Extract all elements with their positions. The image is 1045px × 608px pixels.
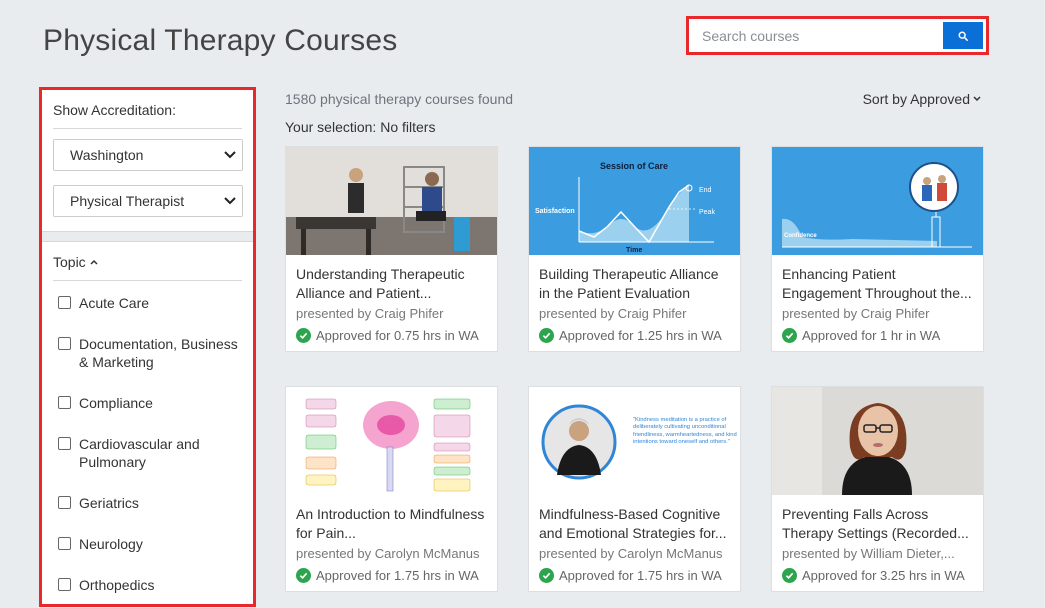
sidebar-divider <box>42 231 253 242</box>
topic-checkbox[interactable] <box>58 296 71 309</box>
approval-status: Approved for 1.75 hrs in WA <box>296 568 487 583</box>
approval-text: Approved for 1.25 hrs in WA <box>559 328 722 343</box>
accreditation-label: Show Accreditation: <box>53 90 242 129</box>
course-title[interactable]: Preventing Falls Across Therapy Settings… <box>782 505 973 543</box>
approval-text: Approved for 1.75 hrs in WA <box>316 568 479 583</box>
course-title[interactable]: An Introduction to Mindfulness for Pain.… <box>296 505 487 543</box>
chevron-down-icon <box>973 96 981 102</box>
course-presenter: presented by Carolyn McManus <box>539 546 723 561</box>
topic-neurology[interactable]: Neurology <box>53 535 242 553</box>
topic-cardiovascular[interactable]: Cardiovascular and Pulmonary <box>53 435 242 471</box>
chevron-up-icon <box>90 259 98 265</box>
topic-checkbox[interactable] <box>58 396 71 409</box>
check-circle-icon <box>539 568 554 583</box>
sort-label: Sort by Approved <box>862 91 970 107</box>
course-title[interactable]: Building Therapeutic Alliance in the Pat… <box>539 265 730 303</box>
search-button[interactable] <box>943 22 983 49</box>
approval-text: Approved for 3.25 hrs in WA <box>802 568 965 583</box>
course-thumbnail <box>286 387 497 495</box>
topic-item-label: Geriatrics <box>79 495 139 511</box>
topic-checkbox[interactable] <box>58 578 71 591</box>
state-select[interactable]: Washington <box>53 139 243 171</box>
approval-text: Approved for 1.75 hrs in WA <box>559 568 722 583</box>
topic-compliance[interactable]: Compliance <box>53 394 242 412</box>
check-circle-icon <box>782 328 797 343</box>
topic-list: Acute Care Documentation, Business & Mar… <box>53 294 242 594</box>
course-card[interactable]: An Introduction to Mindfulness for Pain.… <box>285 386 498 592</box>
approval-text: Approved for 1 hr in WA <box>802 328 941 343</box>
thumb-chart-ylabel: Confidence <box>784 233 817 239</box>
course-card[interactable]: Session of Care Satisfaction End Peak Ti… <box>528 146 741 352</box>
course-thumbnail: Confidence <box>772 147 983 255</box>
approval-status: Approved for 1.25 hrs in WA <box>539 328 730 343</box>
search-box <box>686 16 989 55</box>
course-card[interactable]: Confidence Enhancing Patient Engagement … <box>771 146 984 352</box>
search-icon <box>958 30 968 41</box>
course-card[interactable]: Understanding Therapeutic Alliance and P… <box>285 146 498 352</box>
approval-status: Approved for 0.75 hrs in WA <box>296 328 487 343</box>
thumb-chart-end: End <box>699 187 712 194</box>
state-select-value: Washington <box>70 147 144 163</box>
topic-geriatrics[interactable]: Geriatrics <box>53 494 242 512</box>
chevron-down-icon <box>224 151 236 159</box>
check-circle-icon <box>296 328 311 343</box>
course-presenter: presented by William Dieter,... <box>782 546 955 561</box>
course-card[interactable]: "Kindness meditation is a practice of de… <box>528 386 741 592</box>
topic-checkbox[interactable] <box>58 496 71 509</box>
course-thumbnail: Session of Care Satisfaction End Peak Ti… <box>529 147 740 255</box>
topic-documentation[interactable]: Documentation, Business & Marketing <box>53 335 242 371</box>
course-presenter: presented by Craig Phifer <box>539 306 687 321</box>
filter-sidebar: Show Accreditation: Washington Physical … <box>39 87 256 607</box>
topic-toggle[interactable]: Topic <box>53 242 242 281</box>
approval-status: Approved for 1.75 hrs in WA <box>539 568 730 583</box>
selection-summary: Your selection: No filters <box>285 119 436 135</box>
profession-select[interactable]: Physical Therapist <box>53 185 243 217</box>
approval-text: Approved for 0.75 hrs in WA <box>316 328 479 343</box>
thumb-quote: "Kindness meditation is a practice of de… <box>633 417 737 446</box>
topic-item-label: Neurology <box>79 536 143 552</box>
results-count: 1580 physical therapy courses found <box>285 91 514 107</box>
course-title[interactable]: Enhancing Patient Engagement Throughout … <box>782 265 973 303</box>
topic-item-label: Cardiovascular and Pulmonary <box>79 436 200 470</box>
check-circle-icon <box>539 328 554 343</box>
topic-item-label: Documentation, Business & Marketing <box>79 336 238 370</box>
profession-select-value: Physical Therapist <box>70 193 185 209</box>
thumb-chart-title: Session of Care <box>600 161 668 171</box>
check-circle-icon <box>296 568 311 583</box>
course-presenter: presented by Craig Phifer <box>296 306 444 321</box>
chevron-down-icon <box>224 197 236 205</box>
check-circle-icon <box>782 568 797 583</box>
topic-acute-care[interactable]: Acute Care <box>53 294 242 312</box>
topic-checkbox[interactable] <box>58 537 71 550</box>
course-thumbnail: "Kindness meditation is a practice of de… <box>529 387 740 495</box>
course-thumbnail <box>286 147 497 255</box>
approval-status: Approved for 3.25 hrs in WA <box>782 568 973 583</box>
course-title[interactable]: Understanding Therapeutic Alliance and P… <box>296 265 487 303</box>
thumb-chart-peak: Peak <box>699 209 715 216</box>
course-presenter: presented by Carolyn McManus <box>296 546 480 561</box>
topic-item-label: Acute Care <box>79 295 150 311</box>
topic-label: Topic <box>53 254 86 270</box>
topic-orthopedics[interactable]: Orthopedics <box>53 576 242 594</box>
thumb-chart-ylabel: Satisfaction <box>535 208 575 215</box>
topic-checkbox[interactable] <box>58 437 71 450</box>
topic-item-label: Orthopedics <box>79 577 155 593</box>
search-input[interactable] <box>692 22 943 49</box>
sort-dropdown[interactable]: Sort by Approved <box>863 91 981 107</box>
approval-status: Approved for 1 hr in WA <box>782 328 973 343</box>
topic-checkbox[interactable] <box>58 337 71 350</box>
thumb-chart-xlabel: Time <box>626 247 642 254</box>
page-title: Physical Therapy Courses <box>43 24 398 57</box>
topic-item-label: Compliance <box>79 395 153 411</box>
course-presenter: presented by Craig Phifer <box>782 306 930 321</box>
course-card[interactable]: Preventing Falls Across Therapy Settings… <box>771 386 984 592</box>
course-thumbnail <box>772 387 983 495</box>
course-title[interactable]: Mindfulness-Based Cognitive and Emotiona… <box>539 505 730 543</box>
